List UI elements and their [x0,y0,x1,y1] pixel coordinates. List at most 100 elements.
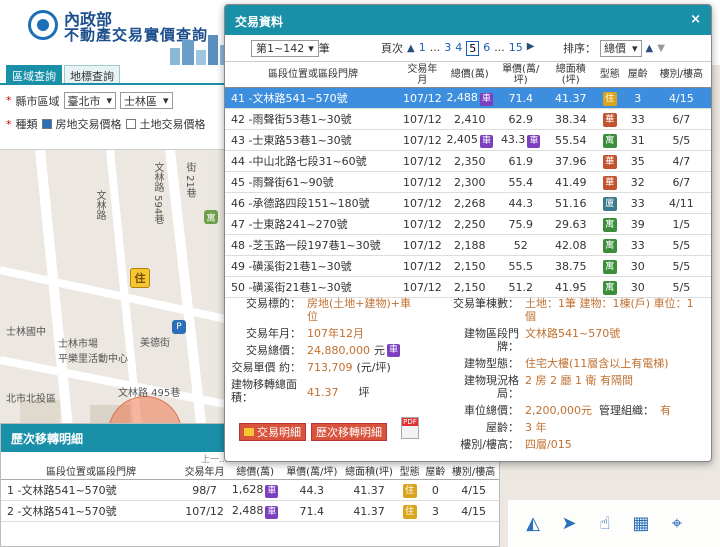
cell-total: 2,188 [443,234,496,256]
parking-badge: 車 [386,344,400,357]
table-row[interactable]: 43 -士東路53巷1~30號 107/12 2,405 車 43.3 車 55.54 寓 31… [225,129,711,151]
tab-landmark-search[interactable]: 地標查詢 [64,65,120,83]
sort-select[interactable]: 總價 ▾ [600,39,642,57]
page-link[interactable]: 6 [483,41,490,56]
cell-area: 42.08 [545,234,596,256]
page-links: 頁次 ▲ 1... 3 4 5 6... 15 ▶ [381,40,534,56]
map-label: 北市北投區 [6,394,56,405]
page-link[interactable]: 5 [466,40,480,56]
pointer-icon[interactable]: ➤ [558,513,580,535]
transaction-detail-button[interactable]: 交易明細 [239,423,306,441]
table-row[interactable]: 46 -承德路四段151~180號 107/12 2,268 44.3 51.16 廈 33… [225,192,711,214]
cell-type: 寓 [595,234,624,256]
cell-age: 35 [623,150,652,172]
cell-floor: 4/15 [448,500,499,522]
cell-ym: 107/12 [401,150,444,172]
building-type-icon: 寓 [602,133,617,148]
search-tabs: 區域查詢 地標查詢 [0,65,228,85]
city-select[interactable]: 臺北市 ▾ [63,92,117,109]
table-row[interactable]: 42 -雨聲街53巷1~30號 107/12 2,410 62.9 38.34 華 33 6/… [225,108,711,130]
house-price-checkbox[interactable] [41,119,52,129]
detail-building-type: 住宅大樓(11層含以上有電梯) [525,357,669,370]
cell-total: 2,350 [443,150,496,172]
cell-unit: 43.3 車 [495,129,546,151]
house-price-label: 房地交易價格 [55,118,122,131]
next-page-icon[interactable]: ▶ [527,41,535,56]
sort-asc-icon[interactable]: ▲ [646,43,654,54]
cell-type: 住 [396,500,423,522]
land-price-checkbox[interactable] [125,119,136,129]
detail-area: 41.37 [307,386,339,399]
table-row[interactable]: 41 -文林路541~570號 107/12 2,488 車 71.4 41.37 住 3 4/… [225,87,711,109]
cell-address: 47 -士東路241~270號 [225,213,401,235]
cell-age: 31 [623,129,652,151]
detail-ym: 107年12月 [307,327,364,340]
pdf-icon[interactable]: PDF [401,417,419,439]
cell-total: 1,628 車 [228,479,283,501]
sort-desc-icon[interactable]: ▼ [657,43,665,54]
cell-total: 2,488 車 [443,87,496,109]
parking-badge: 車 [265,484,279,498]
building-type-icon: 寓 [602,259,617,274]
map-label: 文林路 495巷 [118,388,181,399]
cell-floor: 4/15 [448,479,499,501]
transaction-table: 區段位置或區段門牌 交易年月 總價(萬) 單價(萬/坪) 總面積(坪) 型態 屋… [225,61,711,298]
cell-unit: 61.9 [495,150,546,172]
cell-floor: 4/7 [651,150,711,172]
page-range-select[interactable]: 第1~142 ▾ [251,39,319,57]
cell-address: 44 -中山北路七段31~60號 [225,150,401,172]
table-row[interactable]: 50 -磺溪街21巷1~30號 107/12 2,150 51.2 41.95 寓 30 5/… [225,276,711,298]
cell-unit: 44.3 [495,192,546,214]
district-select[interactable]: 士林區 ▾ [120,92,173,109]
cell-age: 3 [623,87,652,109]
cell-total: 2,150 [443,255,496,277]
map-label: 士林市場 [58,339,98,350]
prev-page-icon[interactable]: ▲ [407,43,415,54]
page-link[interactable]: 15 [509,41,523,56]
cell-area: 41.49 [545,171,596,193]
cell-ym: 98/7 [181,479,229,501]
cell-address: 1 -文林路541~570號 [1,479,181,501]
building-type-icon: 華 [602,154,617,169]
close-icon[interactable]: × [690,12,701,27]
table-row[interactable]: 44 -中山北路七段31~60號 107/12 2,350 61.9 37.96 華 35 4… [225,150,711,172]
cell-ym: 107/12 [401,87,444,109]
cell-age: 33 [623,234,652,256]
cell-unit: 75.9 [495,213,546,235]
table-row[interactable]: 48 -芝玉路一段197巷1~30號 107/12 2,188 52 42.08 寓 33 5… [225,234,711,256]
detail-total: 24,880,000 [307,344,370,357]
hand-icon[interactable]: ☝ [594,513,616,535]
location-icon[interactable]: ⌖ [666,513,688,535]
page-link[interactable]: 4 [455,41,462,56]
detail-age: 3 年 [525,421,547,434]
measure-icon[interactable]: ◭ [522,513,544,535]
cell-total: 2,150 [443,276,496,298]
table-row[interactable]: 2 -文林路541~570號 107/12 2,488 車 71.4 41.37 住 3 4/1… [1,500,499,522]
page-link[interactable]: 1 [419,41,426,56]
layers-icon[interactable]: ▦ [630,513,652,535]
col-unit: 單價(萬/坪) [282,466,342,480]
table-row[interactable]: 1 -文林路541~570號 98/7 1,628 車 44.3 41.37 住 0 4/15 [1,479,499,501]
page-link[interactable]: 3 [444,41,451,56]
map-label: 士林國中 [6,327,46,338]
cell-address: 50 -磺溪街21巷1~30號 [225,276,401,298]
detail-layout: 2 房 2 廳 1 衛 有隔間 [525,374,633,387]
cell-total: 2,405 車 [443,129,496,151]
tab-region-search[interactable]: 區域查詢 [6,65,62,83]
house-marker[interactable]: 住 [130,268,150,288]
detail-right: 交易筆棟數： 土地：1筆 建物：1棟(戶) 車位：1個 建物區段門牌： 文林路541… [447,297,707,455]
cell-unit: 62.9 [495,108,546,130]
cell-floor: 6/7 [651,108,711,130]
col-age: 屋齡 [623,61,652,88]
cell-address: 41 -文林路541~570號 [225,87,401,109]
cell-ym: 107/12 [401,276,444,298]
table-row[interactable]: 49 -磺溪街21巷1~30號 107/12 2,150 55.5 38.75 寓 30 5/… [225,255,711,277]
table-row[interactable]: 47 -士東路241~270號 107/12 2,250 75.9 29.63 寓 39 1/… [225,213,711,235]
cell-unit: 44.3 [282,479,342,501]
history-detail-button[interactable]: 歷次移轉明細 [311,423,387,441]
table-row[interactable]: 45 -雨聲街61~90號 107/12 2,300 55.4 41.49 華 32 6/7 [225,171,711,193]
chevron-down-icon: ▾ [632,41,638,55]
cell-age: 30 [623,255,652,277]
parking-icon: P [172,320,186,334]
col-type: 型態 [595,61,624,88]
